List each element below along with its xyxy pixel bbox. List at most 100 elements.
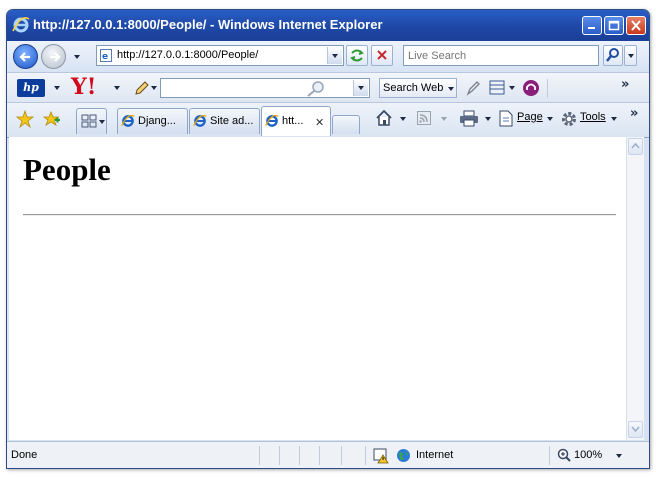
horizontal-rule [23, 214, 616, 216]
address-dropdown-button[interactable] [327, 47, 342, 64]
page-content: People [9, 137, 626, 440]
ie-page-icon [265, 114, 279, 127]
status-divider [299, 446, 300, 465]
status-bar: Done Internet 100% [7, 441, 649, 468]
page-title: People [23, 152, 111, 187]
tab-list-chevron-down-icon[interactable] [99, 120, 105, 124]
more-tools-chevron-icon[interactable]: » [621, 77, 629, 92]
close-button[interactable] [626, 16, 646, 35]
status-divider [549, 446, 550, 465]
ie-page-icon [193, 114, 207, 127]
pencil-chevron-down-icon[interactable] [151, 86, 157, 90]
yahoo-search-dropdown[interactable] [353, 80, 368, 96]
minimize-button[interactable] [582, 16, 602, 35]
address-toolbar: e http://127.0.0.1:8000/People/ [7, 41, 649, 72]
minimize-icon [588, 27, 595, 29]
home-chevron-down-icon[interactable] [400, 117, 406, 121]
page-menu-button[interactable]: Page [517, 111, 543, 123]
print-chevron-down-icon[interactable] [485, 117, 491, 121]
chevron-down-icon [628, 54, 634, 58]
tab-label: htt... [282, 115, 304, 127]
status-divider [319, 446, 320, 465]
highlighter-icon[interactable] [465, 79, 481, 97]
search-web-button[interactable]: Search Web [379, 78, 457, 98]
tools-menu-button[interactable]: Tools [580, 111, 606, 123]
back-button[interactable] [13, 44, 38, 69]
quick-tabs-icon [81, 114, 97, 128]
page-icon: e [100, 49, 112, 62]
status-text: Done [11, 449, 38, 461]
search-button[interactable] [603, 45, 623, 66]
magnifier-icon [307, 81, 324, 97]
chevron-down-icon [358, 86, 364, 90]
status-divider [279, 446, 280, 465]
close-tab-icon[interactable]: ✕ [315, 116, 324, 129]
scroll-down-button[interactable] [628, 421, 643, 438]
tabs-toolbar: Djang... Site ad... htt... ✕ Page Tools … [7, 102, 649, 138]
refresh-button[interactable] [346, 45, 368, 66]
forward-arrow-icon [50, 52, 61, 62]
tab-label: Site ad... [210, 115, 254, 127]
print-icon[interactable] [459, 110, 479, 127]
status-divider [259, 446, 260, 465]
chevron-down-icon [631, 426, 640, 433]
page-chevron-down-icon[interactable] [547, 117, 553, 121]
yahoo-search-field[interactable] [160, 78, 370, 98]
stop-button[interactable] [371, 45, 393, 66]
forward-button[interactable] [41, 44, 66, 69]
feeds-chevron-down-icon[interactable] [441, 117, 447, 121]
page-menu-icon [499, 110, 513, 127]
close-icon [631, 20, 641, 31]
refresh-icon [350, 49, 364, 62]
globe-icon [397, 449, 410, 462]
zoom-icon [557, 448, 571, 462]
browser-window: http://127.0.0.1:8000/People/ - Windows … [6, 9, 650, 469]
stop-icon [377, 50, 387, 60]
quick-tabs-button[interactable] [76, 108, 107, 134]
gear-icon [562, 112, 576, 126]
recent-pages-chevron-down-icon[interactable] [74, 55, 80, 59]
search-options-button[interactable] [624, 45, 637, 66]
hp-logo[interactable]: hp [17, 79, 45, 97]
scroll-up-button[interactable] [628, 138, 643, 155]
ie-page-icon [121, 114, 135, 127]
status-divider [365, 446, 366, 465]
yahoo-logo[interactable]: Y! [71, 75, 96, 99]
add-favorite-icon[interactable] [42, 110, 60, 128]
status-divider [341, 446, 342, 465]
live-search-input[interactable] [403, 45, 599, 66]
favorites-star-icon[interactable] [16, 110, 34, 128]
layout-icon[interactable] [489, 80, 507, 96]
vertical-scrollbar[interactable] [626, 137, 644, 440]
pencil-icon[interactable] [133, 79, 151, 97]
zoom-chevron-down-icon[interactable] [616, 454, 622, 458]
layout-chevron-down-icon[interactable] [509, 86, 515, 90]
home-icon[interactable] [375, 109, 393, 127]
address-url: http://127.0.0.1:8000/People/ [117, 49, 259, 61]
hp-menu-chevron-down-icon[interactable] [54, 86, 60, 90]
title-bar[interactable]: http://127.0.0.1:8000/People/ - Windows … [7, 10, 649, 41]
new-tab-button[interactable] [332, 115, 360, 134]
yahoo-menu-chevron-down-icon[interactable] [114, 86, 120, 90]
window-title: http://127.0.0.1:8000/People/ - Windows … [33, 17, 383, 32]
zoom-level[interactable]: 100% [574, 449, 602, 461]
back-arrow-icon [19, 52, 30, 62]
headphones-icon[interactable] [522, 79, 540, 97]
tab-label: Djang... [138, 115, 176, 127]
tools-chevron-down-icon[interactable] [611, 117, 617, 121]
maximize-icon [608, 20, 620, 31]
ie-logo-icon [12, 17, 30, 33]
toolbar-divider [547, 79, 548, 98]
chevron-up-icon [631, 142, 640, 149]
tab-django[interactable]: Djang... [117, 108, 188, 134]
address-field[interactable]: e http://127.0.0.1:8000/People/ [96, 45, 344, 66]
tab-people[interactable]: htt... ✕ [261, 106, 331, 136]
security-zone-label: Internet [416, 449, 454, 461]
tab-site-admin[interactable]: Site ad... [189, 108, 260, 134]
feeds-icon[interactable] [417, 111, 431, 125]
search-web-label: Search Web [383, 82, 444, 94]
more-commands-chevron-icon[interactable]: » [630, 106, 638, 121]
protected-mode-icon[interactable] [373, 447, 391, 464]
maximize-button[interactable] [604, 16, 624, 35]
search-icon [606, 48, 619, 62]
